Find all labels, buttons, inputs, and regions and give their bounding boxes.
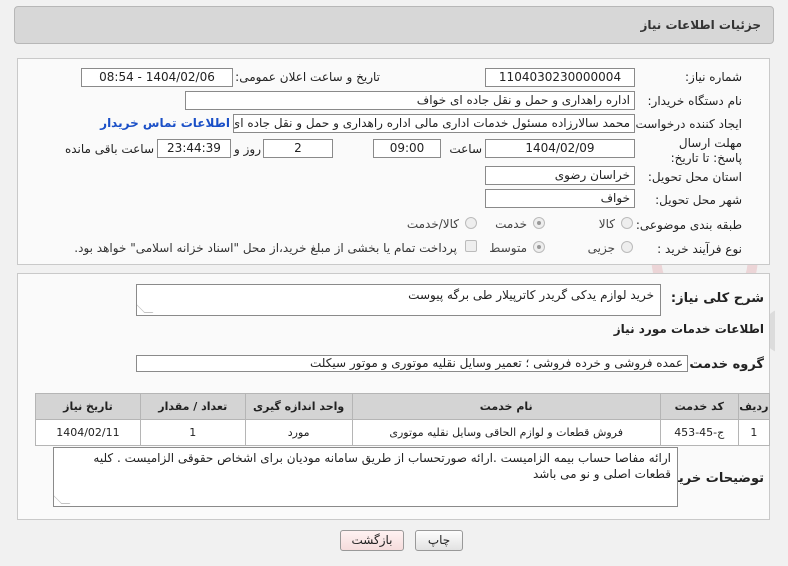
province-label: استان محل تحویل: <box>647 170 742 184</box>
category-goods-label: کالا <box>598 217 615 231</box>
col-service-name: نام خدمت <box>351 393 661 420</box>
buyer-contact-link[interactable]: اطلاعات تماس خریدار <box>100 116 230 130</box>
col-service-code: کد خدمت <box>659 393 739 420</box>
services-section-title: اطلاعات خدمات مورد نیاز <box>613 322 764 336</box>
province-field[interactable]: خراسان رضوی <box>485 166 635 185</box>
category-service-label: خدمت <box>495 217 527 231</box>
deadline-time-label: ساعت <box>449 142 482 156</box>
deadline-time-field[interactable]: 09:00 <box>373 139 441 158</box>
page-header: جزئیات اطلاعات نیاز <box>14 6 774 44</box>
process-label: نوع فرآیند خرید : <box>657 242 742 256</box>
resize-grip[interactable] <box>137 304 154 313</box>
category-label: طبقه بندی موضوعی: <box>635 218 742 232</box>
need-number-label: شماره نیاز: <box>685 70 742 84</box>
need-info-panel <box>17 58 770 265</box>
buyer-org-label: نام دستگاه خریدار: <box>647 94 743 108</box>
process-minor-radio[interactable] <box>621 241 633 253</box>
print-button[interactable]: چاپ <box>415 530 463 551</box>
deadline-date-field[interactable]: 1404/02/09 <box>485 139 635 158</box>
col-row-number: ردیف <box>737 393 771 420</box>
service-group-label: گروه خدمت: <box>684 357 764 372</box>
table-row[interactable]: 1 ج-45-453 فروش قطعات و لوازم الحاقی وسا… <box>35 419 771 446</box>
col-unit: واحد اندازه گیری <box>244 393 353 420</box>
deadline-label: مهلت ارسال پاسخ: تا تاریخ: <box>670 136 742 165</box>
back-button[interactable]: بازگشت <box>340 530 404 551</box>
deadline-days-field[interactable]: 2 <box>263 139 333 158</box>
process-medium-label: متوسط <box>489 241 527 255</box>
summary-text: خرید لوازم یدکی گریدر کاترپیلار طی برگه … <box>408 288 654 302</box>
deadline-remaining-label: ساعت باقی مانده <box>64 142 154 156</box>
treasury-payment-checkbox[interactable] <box>465 240 477 252</box>
services-table: ردیف کد خدمت نام خدمت واحد اندازه گیری ت… <box>35 393 771 446</box>
summary-textarea[interactable]: خرید لوازم یدکی گریدر کاترپیلار طی برگه … <box>136 284 661 316</box>
requester-label: ایجاد کننده درخواست: <box>631 117 742 131</box>
treasury-payment-note: پرداخت تمام یا بخشی از مبلغ خرید،از محل … <box>74 241 457 255</box>
cell-row-number: 1 <box>737 419 771 446</box>
service-group-field[interactable]: عمده فروشی و خرده فروشی ؛ تعمیر وسایل نق… <box>136 355 688 372</box>
city-field[interactable]: خواف <box>485 189 635 208</box>
category-service-radio[interactable] <box>533 217 545 229</box>
process-medium-radio[interactable] <box>533 241 545 253</box>
city-label: شهر محل تحویل: <box>655 193 742 207</box>
cell-service-name: فروش قطعات و لوازم الحاقی وسایل نقلیه مو… <box>351 419 661 446</box>
buyer-org-field[interactable]: اداره راهداری و حمل و نقل جاده ای خواف <box>185 91 635 110</box>
buyer-notes-textarea[interactable]: ارائه مفاصا حساب بیمه الزامیست .ارائه صو… <box>53 447 678 507</box>
services-table-header: ردیف کد خدمت نام خدمت واحد اندازه گیری ت… <box>35 393 771 420</box>
cell-service-code: ج-45-453 <box>659 419 739 446</box>
resize-grip[interactable] <box>54 495 71 504</box>
process-minor-label: جزیی <box>587 241 615 255</box>
cell-quantity: 1 <box>139 419 246 446</box>
need-number-field[interactable]: 1104030230000004 <box>485 68 635 87</box>
deadline-days-label: روز و <box>234 142 261 156</box>
announce-date-field[interactable]: 1404/02/06 - 08:54 <box>81 68 233 87</box>
col-quantity: تعداد / مقدار <box>139 393 246 420</box>
cell-unit: مورد <box>244 419 353 446</box>
requester-field[interactable]: محمد سالارزاده مسئول خدمات اداری مالی اد… <box>233 114 635 133</box>
buyer-notes-text: ارائه مفاصا حساب بیمه الزامیست .ارائه صو… <box>93 451 671 481</box>
cell-need-date: 1404/02/11 <box>35 419 141 446</box>
deadline-remaining-field[interactable]: 23:44:39 <box>157 139 231 158</box>
category-goods-service-label: کالا/خدمت <box>406 217 459 231</box>
category-goods-service-radio[interactable] <box>465 217 477 229</box>
summary-label: شرح کلی نیاز: <box>670 291 764 306</box>
col-need-date: تاریخ نیاز <box>35 393 141 420</box>
category-goods-radio[interactable] <box>621 217 633 229</box>
announce-date-label: تاریخ و ساعت اعلان عمومی: <box>235 70 380 84</box>
page-title: جزئیات اطلاعات نیاز <box>640 18 761 32</box>
